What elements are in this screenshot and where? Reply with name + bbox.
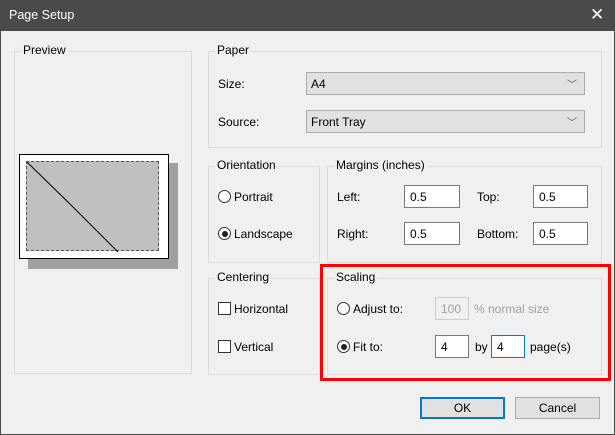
window-title: Page Setup (9, 8, 75, 22)
chevron-down-icon: ﹀ (567, 80, 577, 91)
top-margin-input[interactable]: 0.5 (533, 185, 588, 208)
bottom-margin-value: 0.5 (539, 227, 556, 241)
page-preview (19, 154, 179, 270)
left-margin-input[interactable]: 0.5 (404, 185, 460, 208)
top-label: Top: (477, 190, 500, 204)
portrait-label[interactable]: Portrait (234, 190, 273, 204)
cancel-button[interactable]: Cancel (515, 397, 600, 419)
centering-group: Centering (208, 270, 320, 375)
size-value: A4 (311, 77, 326, 91)
preview-diagonal (26, 161, 119, 253)
preview-legend: Preview (21, 43, 68, 57)
right-label: Right: (337, 227, 369, 241)
ok-button[interactable]: OK (420, 397, 505, 419)
right-margin-value: 0.5 (410, 227, 427, 241)
size-select[interactable]: A4 ﹀ (306, 72, 585, 95)
paper-group: Paper (208, 43, 602, 148)
right-margin-input[interactable]: 0.5 (404, 222, 460, 245)
horizontal-checkbox[interactable] (218, 302, 231, 315)
bottom-label: Bottom: (477, 227, 519, 241)
orientation-group: Orientation (208, 158, 320, 263)
vertical-label[interactable]: Vertical (234, 340, 273, 354)
source-value: Front Tray (311, 115, 366, 129)
title-bar: Page Setup ✕ (0, 0, 615, 31)
chevron-down-icon: ﹀ (567, 118, 577, 129)
vertical-checkbox[interactable] (218, 340, 231, 353)
source-label: Source: (218, 115, 260, 129)
portrait-radio[interactable] (218, 190, 231, 203)
source-select[interactable]: Front Tray ﹀ (306, 110, 585, 133)
orientation-legend: Orientation (215, 158, 278, 172)
centering-legend: Centering (215, 270, 272, 284)
left-label: Left: (337, 190, 361, 204)
paper-legend: Paper (215, 43, 252, 57)
size-label: Size: (218, 77, 245, 91)
landscape-radio[interactable] (218, 227, 231, 240)
close-icon[interactable]: ✕ (590, 5, 604, 25)
landscape-label[interactable]: Landscape (234, 227, 293, 241)
margins-legend: Margins (inches) (334, 158, 427, 172)
horizontal-label[interactable]: Horizontal (234, 302, 288, 316)
top-margin-value: 0.5 (539, 190, 556, 204)
margins-group: Margins (inches) (327, 158, 602, 263)
bottom-margin-input[interactable]: 0.5 (533, 222, 588, 245)
highlight-box (320, 264, 611, 381)
left-margin-value: 0.5 (410, 190, 427, 204)
